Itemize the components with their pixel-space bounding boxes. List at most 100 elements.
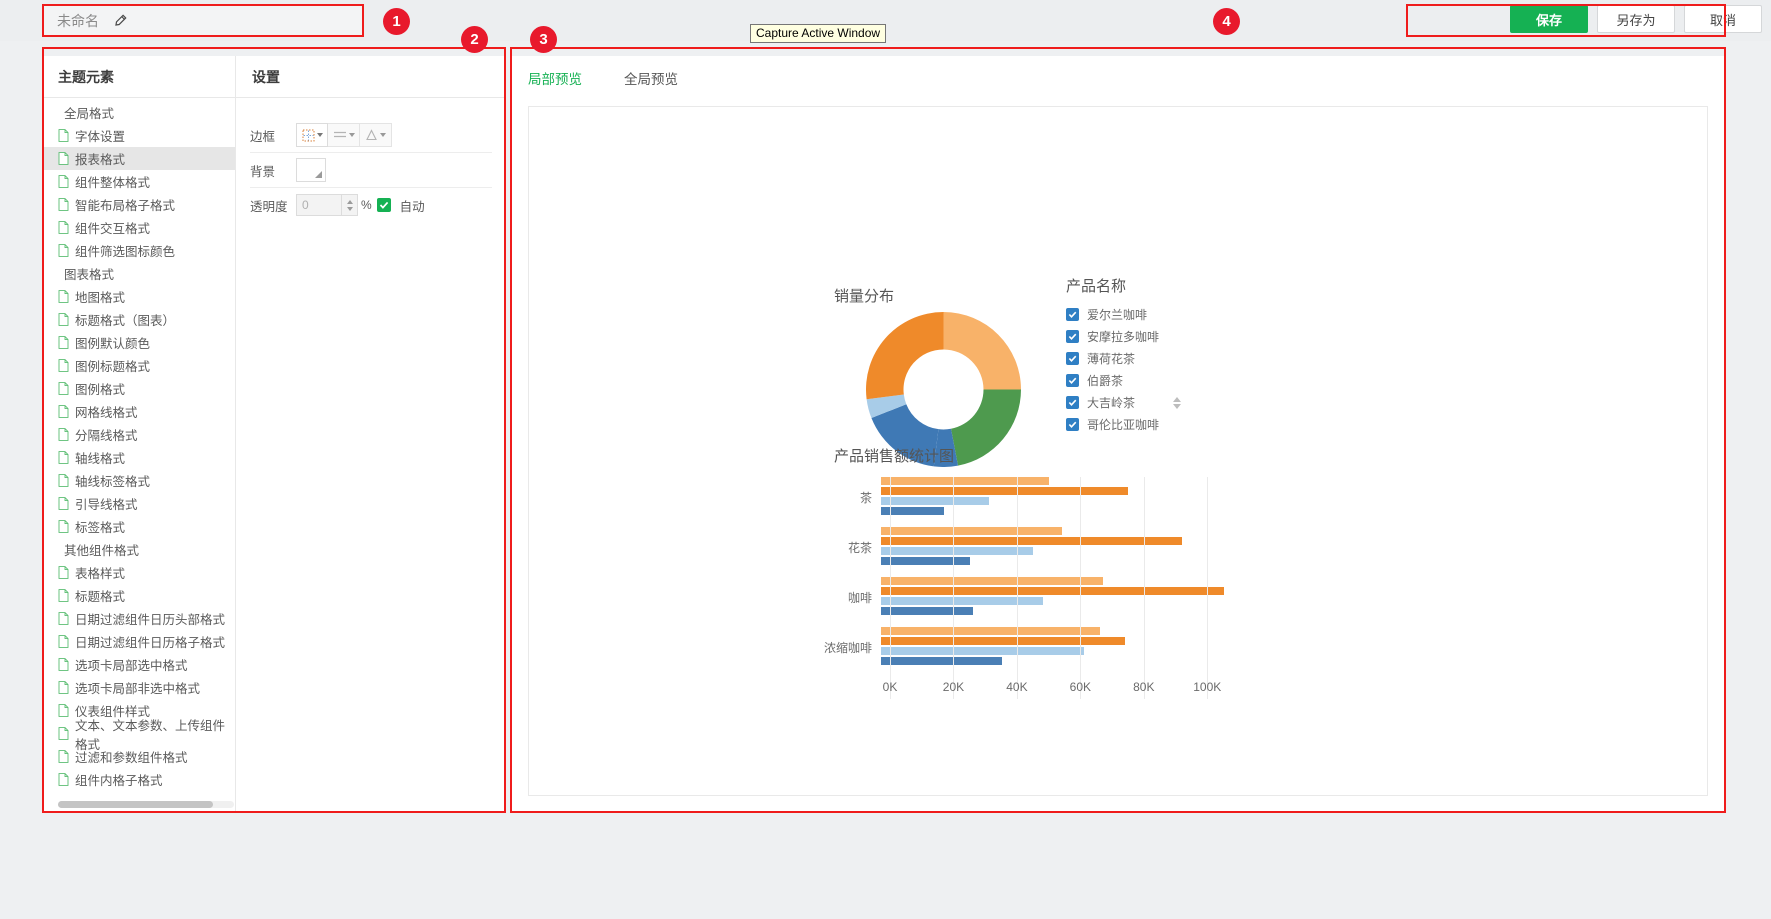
element-item-label: 组件交互格式 <box>75 222 151 236</box>
element-list-item[interactable]: 日期过滤组件日历头部格式 <box>42 607 235 630</box>
element-item-label: 组件内格子格式 <box>75 774 163 788</box>
legend-item[interactable]: 大吉岭茶 <box>1066 391 1159 413</box>
save-button[interactable]: 保存 <box>1510 5 1588 33</box>
scroll-up-icon[interactable] <box>1173 397 1182 402</box>
donut-chart-title: 销量分布 <box>834 288 895 305</box>
border-button-group <box>296 123 392 147</box>
element-list-item[interactable]: 日期过滤组件日历格子格式 <box>42 630 235 653</box>
border-line-icon-button[interactable] <box>328 123 360 147</box>
background-color-swatch[interactable] <box>296 158 326 182</box>
save-as-button[interactable]: 另存为 <box>1597 5 1675 33</box>
element-list-item[interactable]: 表格样式 <box>42 561 235 584</box>
auto-opacity-checkbox[interactable] <box>376 198 391 212</box>
element-list-item[interactable]: 智能布局格子格式 <box>42 193 235 216</box>
element-list-item[interactable]: 组件交互格式 <box>42 216 235 239</box>
file-icon <box>58 428 69 441</box>
file-icon <box>58 382 69 395</box>
border-color-icon-button[interactable] <box>360 123 392 147</box>
stepper-up-icon[interactable] <box>346 199 353 204</box>
element-list-item[interactable]: 图例默认颜色 <box>42 331 235 354</box>
element-list-item[interactable]: 组件内格子格式 <box>42 768 235 791</box>
element-list-item[interactable]: 引导线格式 <box>42 492 235 515</box>
opacity-stepper[interactable] <box>342 194 358 216</box>
legend-checkbox[interactable] <box>1066 329 1079 343</box>
legend-item-label: 大吉岭茶 <box>1087 395 1136 410</box>
legend-item[interactable]: 哥伦比亚咖啡 <box>1066 413 1159 435</box>
legend-item[interactable]: 爱尔兰咖啡 <box>1066 303 1159 325</box>
document-title-field[interactable]: 未命名 <box>42 4 364 37</box>
gridline <box>953 477 955 699</box>
file-icon <box>58 681 69 694</box>
legend-item[interactable]: 薄荷花茶 <box>1066 347 1159 369</box>
legend-item-list: 爱尔兰咖啡安摩拉多咖啡 薄荷花茶 伯爵茶大吉岭茶哥伦比亚咖啡 <box>1066 303 1159 435</box>
element-list-item[interactable]: 选项卡局部选中格式 <box>42 653 235 676</box>
element-item-label: 其他组件格式 <box>64 544 140 558</box>
scrollbar-thumb[interactable] <box>58 801 213 808</box>
element-list-item[interactable]: 标题格式（图表） <box>42 308 235 331</box>
element-list-item[interactable]: 地图格式 <box>42 285 235 308</box>
element-list-item[interactable]: 图例格式 <box>42 377 235 400</box>
horizontal-scrollbar[interactable] <box>58 801 234 808</box>
legend-checkbox[interactable] <box>1066 373 1079 387</box>
element-list-item[interactable]: 标题格式 <box>42 584 235 607</box>
x-axis-tick-label: 100K <box>1193 680 1222 694</box>
element-list-item[interactable]: 文本、文本参数、上传组件格式 <box>42 719 235 752</box>
element-list-item[interactable]: 组件整体格式 <box>42 170 235 193</box>
legend-scroll-control[interactable] <box>1173 397 1182 409</box>
right-panel: 局部预览 全局预览 销量分布 产品名称 爱尔兰咖啡 安摩拉多咖啡 薄荷花茶 伯爵茶 大吉岭… <box>510 56 1726 812</box>
element-list-item[interactable]: 组件筛选图标颜色 <box>42 239 235 262</box>
element-list-item[interactable]: 网格线格式 <box>42 400 235 423</box>
legend-checkbox[interactable] <box>1066 417 1079 431</box>
file-icon <box>58 221 69 234</box>
border-style-icon-button[interactable] <box>296 123 328 147</box>
element-item-label: 过滤和参数组件格式 <box>75 751 188 765</box>
file-icon <box>58 198 69 211</box>
opacity-input[interactable]: 0 <box>296 194 342 216</box>
legend-checkbox[interactable] <box>1066 307 1079 321</box>
cancel-button[interactable]: 取消 <box>1684 5 1762 33</box>
element-list-item[interactable]: 轴线格式 <box>42 446 235 469</box>
legend-item-label: 爱尔兰咖啡 <box>1087 307 1148 322</box>
file-icon <box>58 175 69 188</box>
gridline <box>1207 477 1209 699</box>
element-group-label: 图表格式 <box>42 262 235 285</box>
annotation-badge-3: 3 <box>530 26 557 53</box>
element-list-item[interactable]: 报表格式 <box>42 147 235 170</box>
legend-checkbox[interactable] <box>1066 395 1079 409</box>
element-list-item[interactable]: 字体设置 <box>42 124 235 147</box>
element-list-item[interactable]: 标签格式 <box>42 515 235 538</box>
tab-global-preview[interactable]: 全局预览 <box>624 68 678 88</box>
file-icon <box>58 244 69 257</box>
file-icon <box>58 359 69 372</box>
legend-checkbox[interactable] <box>1066 351 1079 365</box>
gridline <box>1143 477 1145 699</box>
annotation-badge-2: 2 <box>461 26 488 53</box>
stepper-down-icon[interactable] <box>346 206 353 211</box>
donut-slice[interactable] <box>950 389 1021 466</box>
legend-item[interactable]: 伯爵茶 <box>1066 369 1159 391</box>
legend-item[interactable]: 安摩拉多咖啡 <box>1066 325 1159 347</box>
bar-category-label: 花茶 <box>847 540 872 555</box>
pencil-icon[interactable] <box>113 13 127 28</box>
donut-slice[interactable] <box>943 312 1022 390</box>
file-icon <box>58 497 69 510</box>
settings-header: 设置 <box>236 56 506 98</box>
scroll-down-icon[interactable] <box>1173 404 1182 409</box>
donut-chart <box>866 312 1021 467</box>
auto-label: 自动 <box>399 199 425 214</box>
tab-local-preview[interactable]: 局部预览 <box>528 68 582 88</box>
element-list-item[interactable]: 图例标题格式 <box>42 354 235 377</box>
x-axis-tick-label: 40K <box>1006 680 1028 694</box>
file-icon <box>58 658 69 671</box>
donut-slice[interactable] <box>866 312 944 400</box>
element-list-item[interactable]: 分隔线格式 <box>42 423 235 446</box>
file-icon <box>58 520 69 533</box>
opacity-unit: % <box>361 198 372 212</box>
legend-item-label: 哥伦比亚咖啡 <box>1087 417 1160 432</box>
element-list-item[interactable]: 轴线标签格式 <box>42 469 235 492</box>
element-item-label: 日期过滤组件日历头部格式 <box>75 613 226 627</box>
element-item-label: 全局格式 <box>64 107 115 121</box>
element-list-item[interactable]: 选项卡局部非选中格式 <box>42 676 235 699</box>
element-item-label: 组件筛选图标颜色 <box>75 245 176 259</box>
theme-elements-list[interactable]: 全局格式字体设置 报表格式 组件整体格式 智能布局格子格式组件交互格式组件筛选图标颜色… <box>42 98 235 812</box>
